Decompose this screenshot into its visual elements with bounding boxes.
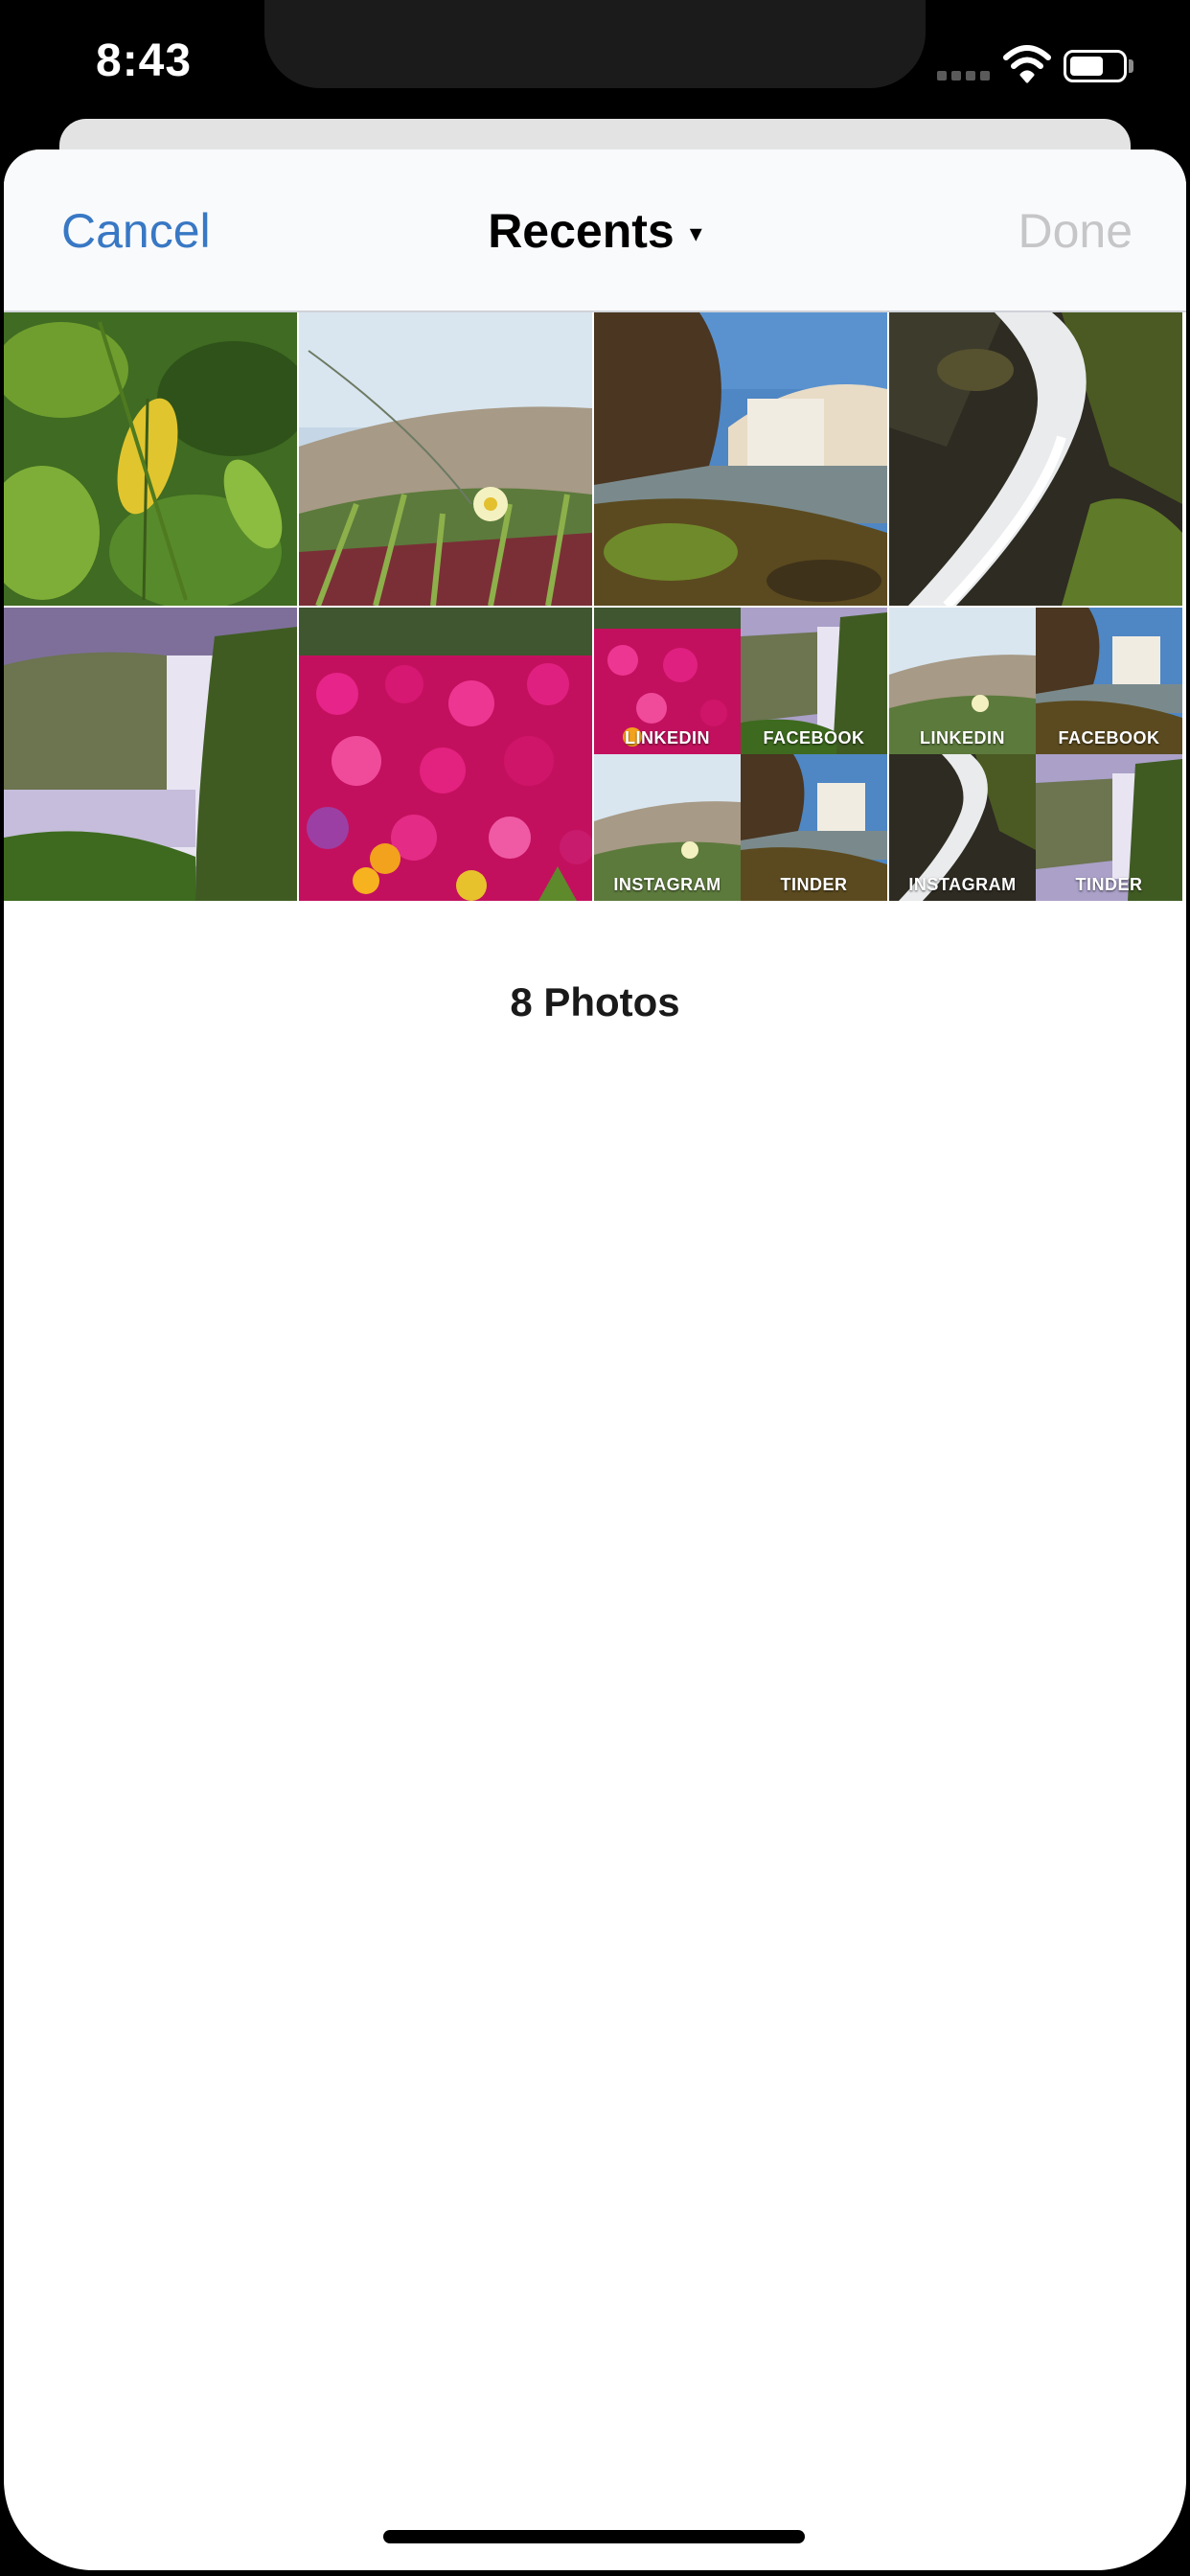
photo-thumbnail-collage-1[interactable]: LINKEDIN FACEBOOK INSTAGRAM TINDER (594, 608, 887, 901)
status-time: 8:43 (96, 35, 193, 86)
home-indicator[interactable] (383, 2530, 805, 2543)
collage-2-label-2: FACEBOOK (1058, 728, 1160, 748)
photo-thumbnail-dune-flower[interactable] (299, 312, 592, 606)
album-title-button[interactable]: Recents ▾ (4, 203, 1186, 259)
done-button[interactable]: Done (1018, 203, 1133, 259)
collage-1-label-4: TINDER (780, 875, 848, 894)
status-bar: 8:43 (0, 0, 1190, 125)
photo-thumbnail-collage-2[interactable]: LINKEDIN FACEBOOK INSTAGRAM TINDER (889, 608, 1182, 901)
wifi-icon (1003, 45, 1051, 83)
album-title: Recents (488, 204, 675, 258)
cellular-dots-icon (937, 71, 991, 82)
collage-1-label-2: FACEBOOK (763, 728, 865, 748)
photo-grid: LINKEDIN FACEBOOK INSTAGRAM TINDER LINKE… (4, 312, 1186, 907)
nav-bar: Cancel Recents ▾ Done (4, 150, 1186, 312)
photo-thumbnail-leaves[interactable] (4, 312, 297, 606)
notch (264, 0, 926, 88)
photo-thumbnail-pink-flowers[interactable] (299, 608, 592, 901)
collage-2-label-3: INSTAGRAM (908, 875, 1017, 894)
photo-thumbnail-skogafoss[interactable] (4, 608, 297, 901)
collage-2-label-1: LINKEDIN (920, 728, 1005, 748)
photo-thumbnail-waterfall-cliff[interactable] (594, 312, 887, 606)
battery-level (1070, 57, 1103, 76)
collage-1-label-3: INSTAGRAM (613, 875, 721, 894)
battery-icon (1064, 50, 1127, 82)
photo-count: 8 Photos (510, 979, 680, 1024)
battery-tip (1129, 59, 1133, 73)
photo-thumbnail-long-exposure-falls[interactable] (889, 312, 1182, 606)
collage-2-label-4: TINDER (1075, 875, 1143, 894)
photo-picker-sheet: Cancel Recents ▾ Done LINKEDIN FACEBOOK … (4, 150, 1186, 2570)
collage-1-label-1: LINKEDIN (625, 728, 710, 748)
caret-down-icon: ▾ (689, 218, 702, 247)
